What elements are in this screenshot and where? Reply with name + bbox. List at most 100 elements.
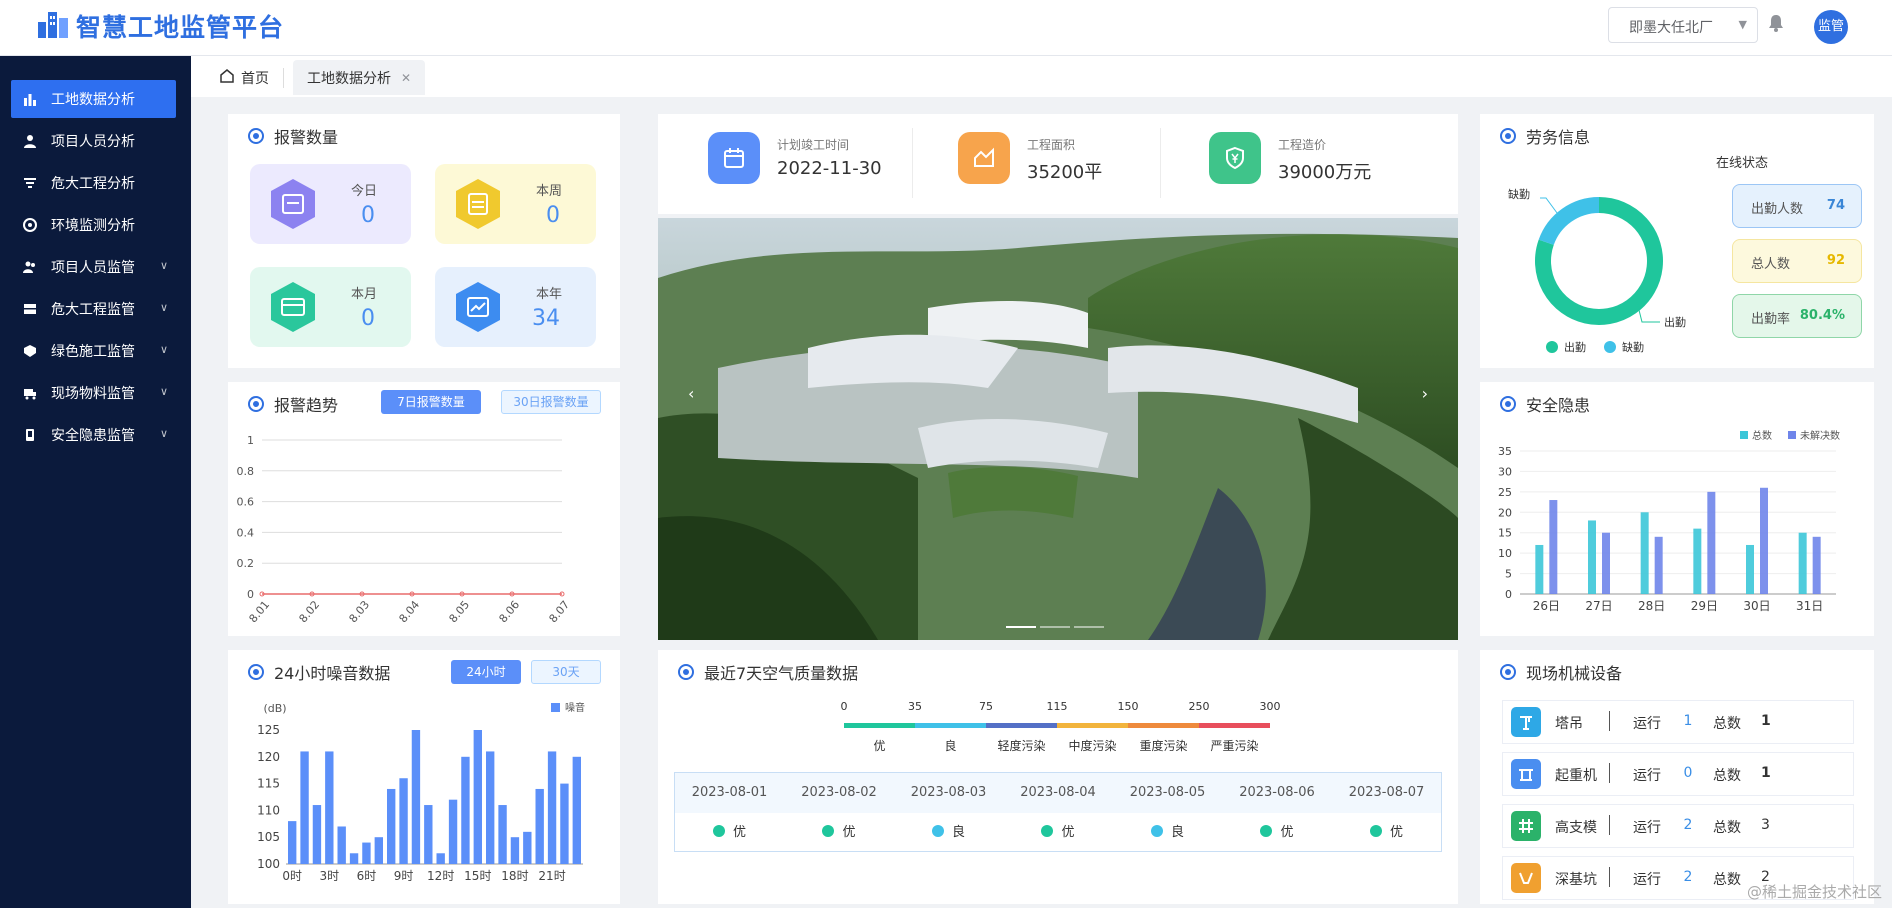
- bar: [448, 799, 458, 864]
- info-label: 工程造价: [1278, 138, 1327, 152]
- scale-value: 250: [1189, 700, 1210, 713]
- stat-total: 总人数 92: [1732, 239, 1862, 283]
- bar: [1812, 536, 1821, 594]
- sidebar-item-label: 现场物料监管: [51, 386, 135, 402]
- y-tick-label: 0: [1505, 588, 1512, 601]
- safety-card: 安全隐患 总数 未解决数 35 30 25 20 15 10 5 0 26日 27日 28日 29日 30日…: [1480, 382, 1874, 636]
- sidebar-item-green-construction[interactable]: 绿色施工监管 ∨: [11, 332, 176, 370]
- bar: [288, 821, 297, 864]
- aq-date: 2023-08-01: [691, 785, 768, 800]
- aq-level: 优: [675, 813, 784, 853]
- x-tick-label: 21时: [538, 869, 565, 883]
- scale-value: 75: [979, 700, 993, 713]
- scale-level-label: 严重污染: [1210, 738, 1258, 753]
- aq-date: 2023-08-03: [910, 785, 987, 800]
- x-tick-label: 3时: [319, 869, 339, 883]
- bar: [312, 805, 322, 864]
- x-tick-label: 6时: [357, 869, 377, 883]
- x-tick-label: 30日: [1743, 599, 1770, 613]
- carousel-indicator[interactable]: [1006, 626, 1036, 628]
- y-tick-label: 100: [257, 857, 280, 871]
- x-tick-label: 31日: [1796, 599, 1823, 613]
- aperture-icon: [21, 216, 39, 234]
- alarm-value: 34: [532, 306, 560, 331]
- x-tick-label: 28日: [1638, 599, 1665, 613]
- sidebar-item-label: 危大工程分析: [51, 176, 135, 192]
- aq-level: 良: [894, 813, 1003, 853]
- box-icon: [21, 300, 39, 318]
- top-bar: 智慧工地监管平台 即墨大任北厂 ▼ 监管: [0, 0, 1892, 56]
- sidebar-item-personnel-analysis[interactable]: 项目人员分析: [11, 122, 176, 160]
- aq-day-column: 2023-08-07 优: [1332, 773, 1441, 853]
- air-quality-table: 2023-08-01 优 2023-08-02 优 2023-08-03 良 2023-08…: [674, 772, 1442, 852]
- sidebar-item-hazard-analysis[interactable]: 危大工程分析: [11, 164, 176, 202]
- bar: [374, 837, 383, 864]
- stat-label: 总人数: [1751, 257, 1791, 272]
- x-tick-label: 8.01: [246, 598, 272, 625]
- bar: [498, 805, 507, 864]
- aq-level: 优: [1223, 813, 1332, 853]
- bar: [436, 853, 445, 864]
- info-value: 39000万元: [1278, 162, 1372, 183]
- carousel-indicator[interactable]: [1074, 626, 1104, 628]
- y-tick-label: 0: [247, 588, 254, 601]
- divider: [1160, 128, 1161, 198]
- sidebar-item-site-data[interactable]: 工地数据分析: [11, 80, 176, 118]
- alarm-week: 本周 0: [435, 164, 596, 244]
- y-tick-label: 20: [1498, 506, 1512, 519]
- aq-level: 优: [785, 813, 894, 853]
- tab-site-data[interactable]: 工地数据分析 ✕: [293, 60, 426, 95]
- machine-total-label: 总数: [1713, 768, 1741, 784]
- bar: [461, 756, 470, 864]
- alarm-hex-icon: [451, 177, 505, 235]
- machine-run-label: 运行: [1633, 768, 1661, 784]
- building-rendering-image: [658, 218, 1458, 640]
- air-quality-scale: 0 35 75 115 150 250 300 优 良 轻度污染 中度污染 重度污染 严重污染: [841, 700, 1281, 753]
- tab-home[interactable]: 首页: [205, 60, 283, 95]
- machine-running-value: 1: [1683, 713, 1693, 729]
- aq-level: 良: [1113, 813, 1222, 853]
- alarm-trend-chart: 1 0.8 0.6 0.4 0.2 08.01 8.02 8.03 8.04 8.05 8.06 8.…: [237, 434, 573, 625]
- machine-total-label: 总数: [1713, 872, 1741, 888]
- sidebar-item-personnel-supervision[interactable]: 项目人员监管 ∨: [11, 248, 176, 286]
- sidebar-item-env-analysis[interactable]: 环境监测分析: [11, 206, 176, 244]
- bar: [535, 788, 544, 864]
- carousel-indicator[interactable]: [1040, 626, 1070, 628]
- x-tick-label: 15时: [464, 869, 491, 883]
- labor-donut-chart: 出勤缺勤出勤 缺勤: [1508, 187, 1686, 354]
- chevron-down-icon: ∨: [159, 259, 168, 272]
- x-tick-label: 9时: [394, 869, 414, 883]
- project-select[interactable]: 即墨大任北厂 ▼: [1608, 7, 1758, 43]
- scale-segment: [844, 723, 915, 728]
- aq-day-column: 2023-08-04 优: [1004, 773, 1113, 853]
- machine-total-value: 1: [1761, 713, 1771, 729]
- avatar[interactable]: 监管: [1814, 10, 1848, 44]
- sidebar-item-safety-supervision[interactable]: 安全隐患监管 ∨: [11, 416, 176, 454]
- legend-label: 未解决数: [1800, 429, 1840, 442]
- carousel-prev-icon[interactable]: ‹: [688, 384, 694, 403]
- chevron-down-icon: ∨: [159, 343, 168, 356]
- sidebar-item-label: 环境监测分析: [51, 218, 135, 234]
- bell-icon[interactable]: [1768, 14, 1784, 36]
- bar: [300, 751, 309, 864]
- sidebar-item-hazard-supervision[interactable]: 危大工程监管 ∨: [11, 290, 176, 328]
- aq-level-dot: [1041, 825, 1054, 837]
- bar: [399, 778, 408, 864]
- x-tick-label: 8.02: [296, 598, 322, 625]
- bar: [1535, 544, 1544, 594]
- y-tick-label: 105: [257, 830, 280, 844]
- aq-level-text: 优: [732, 825, 746, 840]
- x-tick-label: 29日: [1691, 599, 1718, 613]
- sidebar-item-material-supervision[interactable]: 现场物料监管 ∨: [11, 374, 176, 412]
- alarm-label: 今日: [350, 184, 377, 199]
- carousel-next-icon[interactable]: ›: [1422, 384, 1428, 403]
- aq-level-dot: [1260, 825, 1273, 837]
- stat-attendance-rate: 出勤率 80.4%: [1732, 294, 1862, 338]
- leaf-icon: [21, 342, 39, 360]
- close-icon[interactable]: ✕: [401, 71, 411, 85]
- info-label: 计划竣工时间: [777, 138, 850, 152]
- y-tick-label: 110: [257, 803, 280, 817]
- project-image-carousel[interactable]: ‹ ›: [658, 218, 1458, 640]
- aq-level: 优: [1004, 813, 1113, 853]
- alarm-hex-icon: [266, 280, 320, 338]
